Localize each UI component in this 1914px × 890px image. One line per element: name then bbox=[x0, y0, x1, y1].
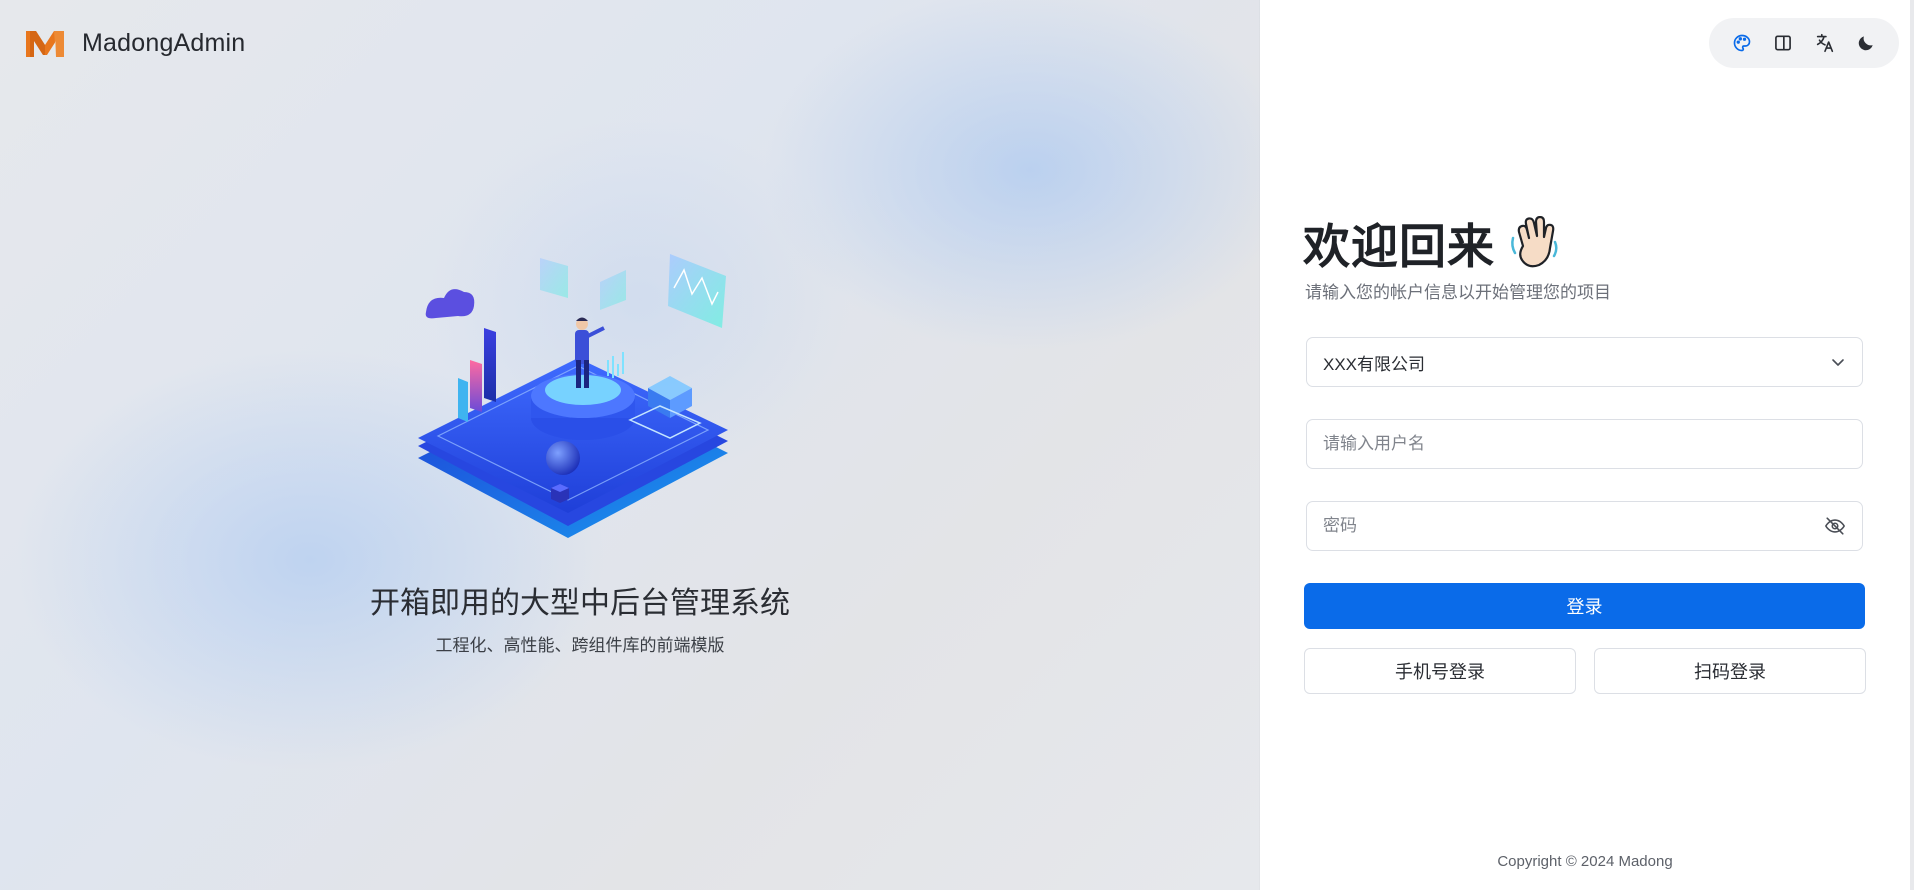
layout-panel-icon bbox=[1775, 35, 1792, 51]
waving-hand-icon bbox=[1511, 215, 1558, 267]
phone-login-button[interactable]: 手机号登录 bbox=[1304, 648, 1576, 694]
username-input[interactable] bbox=[1323, 434, 1846, 454]
login-button[interactable]: 登录 bbox=[1304, 583, 1865, 629]
password-field[interactable] bbox=[1306, 501, 1863, 551]
dashboard-illustration bbox=[418, 254, 728, 538]
qr-login-button[interactable]: 扫码登录 bbox=[1594, 648, 1866, 694]
dark-mode-toggle[interactable] bbox=[1850, 27, 1882, 59]
language-button[interactable] bbox=[1809, 27, 1841, 59]
layout-toggle-button[interactable] bbox=[1767, 27, 1799, 59]
welcome-title: 欢迎回来 bbox=[1303, 220, 1495, 273]
brand-name: MadongAdmin bbox=[82, 28, 246, 57]
copyright: Copyright © 2024 Madong bbox=[1497, 853, 1673, 870]
eye-off-icon[interactable] bbox=[1824, 515, 1846, 537]
username-field[interactable] bbox=[1306, 419, 1863, 469]
palette-icon bbox=[1733, 34, 1751, 52]
hero-title: 开箱即用的大型中后台管理系统 bbox=[370, 587, 790, 620]
password-input[interactable] bbox=[1323, 516, 1824, 536]
welcome-subtitle: 请输入您的帐户信息以开始管理您的项目 bbox=[1305, 283, 1611, 302]
company-select-value: XXX有限公司 bbox=[1323, 354, 1426, 374]
theme-color-button[interactable] bbox=[1726, 27, 1758, 59]
hero-panel: MadongAdmin 开箱即用的大型中后台管理系统 工程化、高性能、跨组件库的… bbox=[0, 0, 1260, 890]
hero-subtitle: 工程化、高性能、跨组件库的前端模版 bbox=[435, 636, 725, 655]
window-edge bbox=[1910, 0, 1914, 890]
company-select[interactable]: XXX有限公司 bbox=[1306, 337, 1863, 387]
welcome-heading: 欢迎回来 bbox=[1303, 208, 1561, 277]
moon-icon bbox=[1859, 36, 1873, 51]
madong-logo-icon bbox=[26, 31, 64, 57]
top-toolbar bbox=[1709, 18, 1899, 68]
translate-icon bbox=[1816, 33, 1833, 53]
login-page: MadongAdmin 开箱即用的大型中后台管理系统 工程化、高性能、跨组件库的… bbox=[0, 0, 1914, 890]
chevron-down-icon bbox=[1832, 359, 1844, 366]
brand[interactable]: MadongAdmin bbox=[24, 27, 245, 59]
